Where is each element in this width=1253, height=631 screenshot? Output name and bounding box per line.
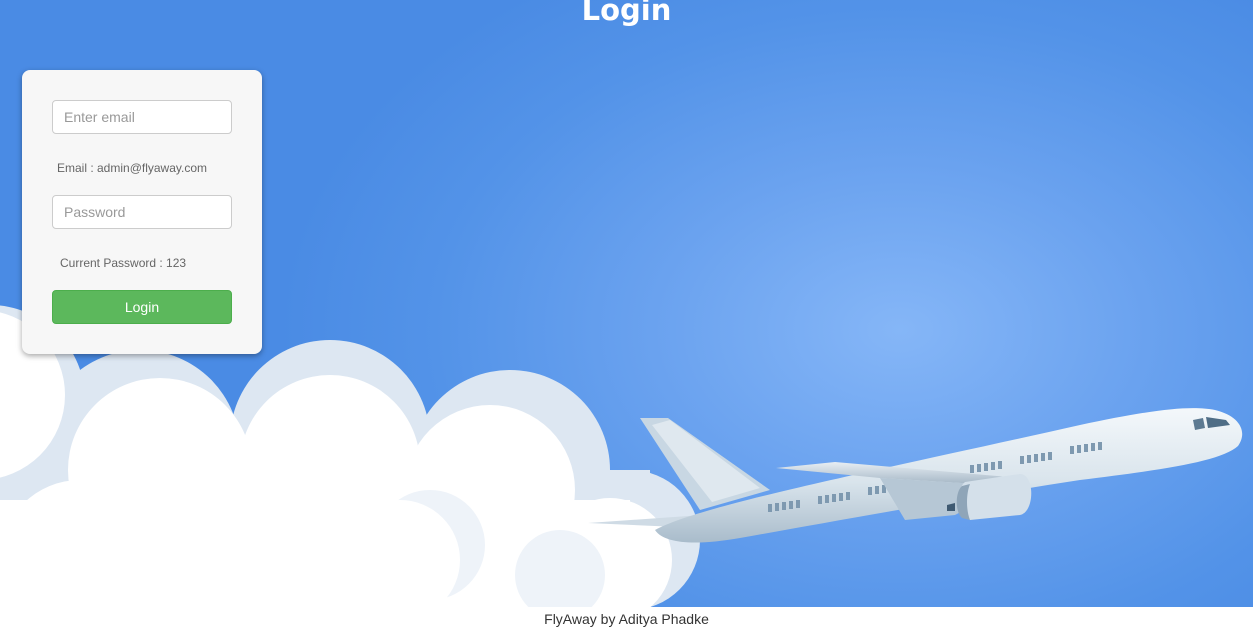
password-hint: Current Password : 123 <box>60 256 187 270</box>
footer-text: FlyAway by Aditya Phadke <box>544 611 709 627</box>
footer: FlyAway by Aditya Phadke <box>0 607 1253 629</box>
email-input[interactable] <box>52 100 232 134</box>
email-hint: Email : admin@flyaway.com <box>57 161 207 175</box>
login-button[interactable]: Login <box>52 290 232 324</box>
airplane-illustration <box>588 408 1243 543</box>
login-card: Email : admin@flyaway.com Current Passwo… <box>22 70 262 354</box>
page-title: Login <box>581 0 672 27</box>
password-input[interactable] <box>52 195 232 229</box>
